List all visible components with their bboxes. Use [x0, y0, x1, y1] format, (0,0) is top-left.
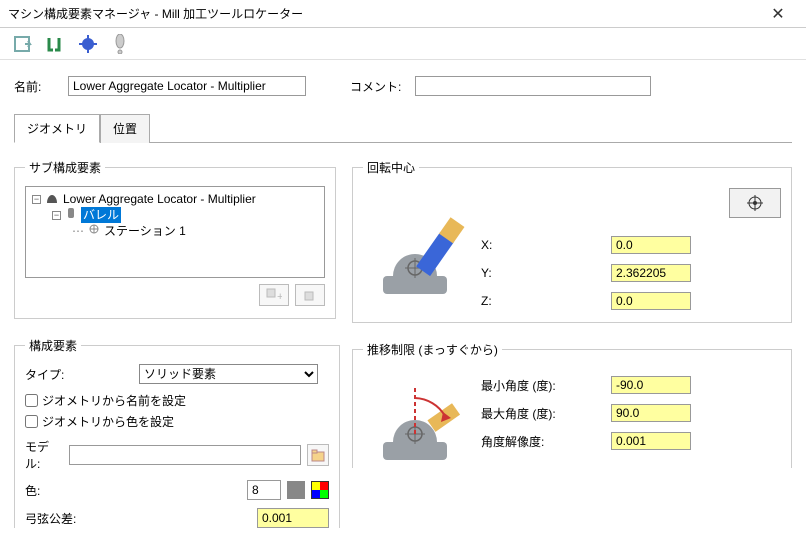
remove-node-button: [295, 284, 325, 306]
warning-icon[interactable]: [110, 34, 130, 54]
titlebar: マシン構成要素マネージャ - Mill 加工ツールロケーター ✕: [0, 0, 806, 28]
min-angle-label: 最小角度 (度):: [481, 377, 611, 394]
toolbar: [0, 28, 806, 60]
comment-label: コメント:: [350, 78, 401, 95]
pick-origin-button[interactable]: [729, 188, 781, 218]
x-label: X:: [481, 238, 611, 252]
tree-barrel-label: バレル: [81, 207, 121, 223]
geometry-legend: 構成要素: [25, 337, 81, 354]
chord-label: 弓弦公差:: [25, 510, 95, 527]
rotation-graphic: [363, 186, 473, 306]
import-icon[interactable]: [14, 34, 34, 54]
window-title: マシン構成要素マネージャ - Mill 加工ツールロケーター: [8, 5, 758, 22]
travel-limits-group: 推移制限 (まっすぐから): [352, 341, 792, 468]
name-row: 名前: コメント:: [14, 76, 792, 96]
svg-text:+: +: [277, 291, 282, 302]
set-color-label: ジオメトリから色を設定: [42, 413, 174, 430]
locator-icon: [45, 191, 59, 207]
hub-icon[interactable]: [78, 34, 98, 54]
y-input[interactable]: [611, 264, 691, 282]
tree-root[interactable]: − Lower Aggregate Locator - Multiplier: [32, 191, 318, 207]
set-name-checkbox[interactable]: [25, 394, 38, 407]
x-input[interactable]: [611, 236, 691, 254]
z-input[interactable]: [611, 292, 691, 310]
content: 名前: コメント: ジオメトリ 位置 サブ構成要素 − Lower Aggreg…: [0, 60, 806, 554]
angle-res-input[interactable]: [611, 432, 691, 450]
z-label: Z:: [481, 294, 611, 308]
tree-root-label: Lower Aggregate Locator - Multiplier: [63, 191, 256, 207]
geometry-group: 構成要素 タイプ: ソリッド要素 ジオメトリから名前を設定 ジオメトリから色を設…: [14, 337, 340, 528]
model-input[interactable]: [69, 445, 301, 465]
tabs: ジオメトリ 位置: [14, 114, 792, 143]
barrel-icon: [65, 207, 77, 223]
rotation-center-group: 回転中心: [352, 159, 792, 323]
close-button[interactable]: ✕: [758, 4, 798, 24]
add-node-button: +: [259, 284, 289, 306]
travel-graphic: [363, 368, 473, 468]
tree-barrel[interactable]: − バレル: [32, 207, 318, 223]
color-swatch[interactable]: [287, 481, 305, 499]
browse-model-button[interactable]: [307, 444, 329, 466]
name-input[interactable]: [68, 76, 306, 96]
tree-station-label: ステーション 1: [104, 223, 186, 239]
max-angle-label: 最大角度 (度):: [481, 405, 611, 422]
rotation-center-legend: 回転中心: [363, 159, 419, 176]
tree-station[interactable]: ⋯ ステーション 1: [32, 223, 318, 239]
color-picker-button[interactable]: [311, 481, 329, 499]
color-input[interactable]: [247, 480, 281, 500]
component-tree[interactable]: − Lower Aggregate Locator - Multiplier −…: [25, 186, 325, 278]
set-name-label: ジオメトリから名前を設定: [42, 392, 186, 409]
travel-limits-legend: 推移制限 (まっすぐから): [363, 341, 502, 358]
y-label: Y:: [481, 266, 611, 280]
station-icon: [88, 223, 100, 239]
type-label: タイプ:: [25, 366, 133, 383]
tab-position[interactable]: 位置: [100, 114, 150, 143]
model-label: モデル:: [25, 438, 63, 472]
angle-res-label: 角度解像度:: [481, 433, 611, 450]
sub-components-group: サブ構成要素 − Lower Aggregate Locator - Multi…: [14, 159, 336, 319]
comment-input[interactable]: [415, 76, 651, 96]
color-label: 色:: [25, 482, 63, 499]
min-angle-input[interactable]: [611, 376, 691, 394]
chord-input[interactable]: [257, 508, 329, 528]
bracket-icon[interactable]: [46, 34, 66, 54]
type-select[interactable]: ソリッド要素: [139, 364, 318, 384]
sub-components-legend: サブ構成要素: [25, 159, 105, 176]
set-color-checkbox[interactable]: [25, 415, 38, 428]
name-label: 名前:: [14, 78, 60, 95]
tab-geometry[interactable]: ジオメトリ: [14, 114, 100, 143]
collapse-icon[interactable]: −: [32, 195, 41, 204]
collapse-icon[interactable]: −: [52, 211, 61, 220]
max-angle-input[interactable]: [611, 404, 691, 422]
